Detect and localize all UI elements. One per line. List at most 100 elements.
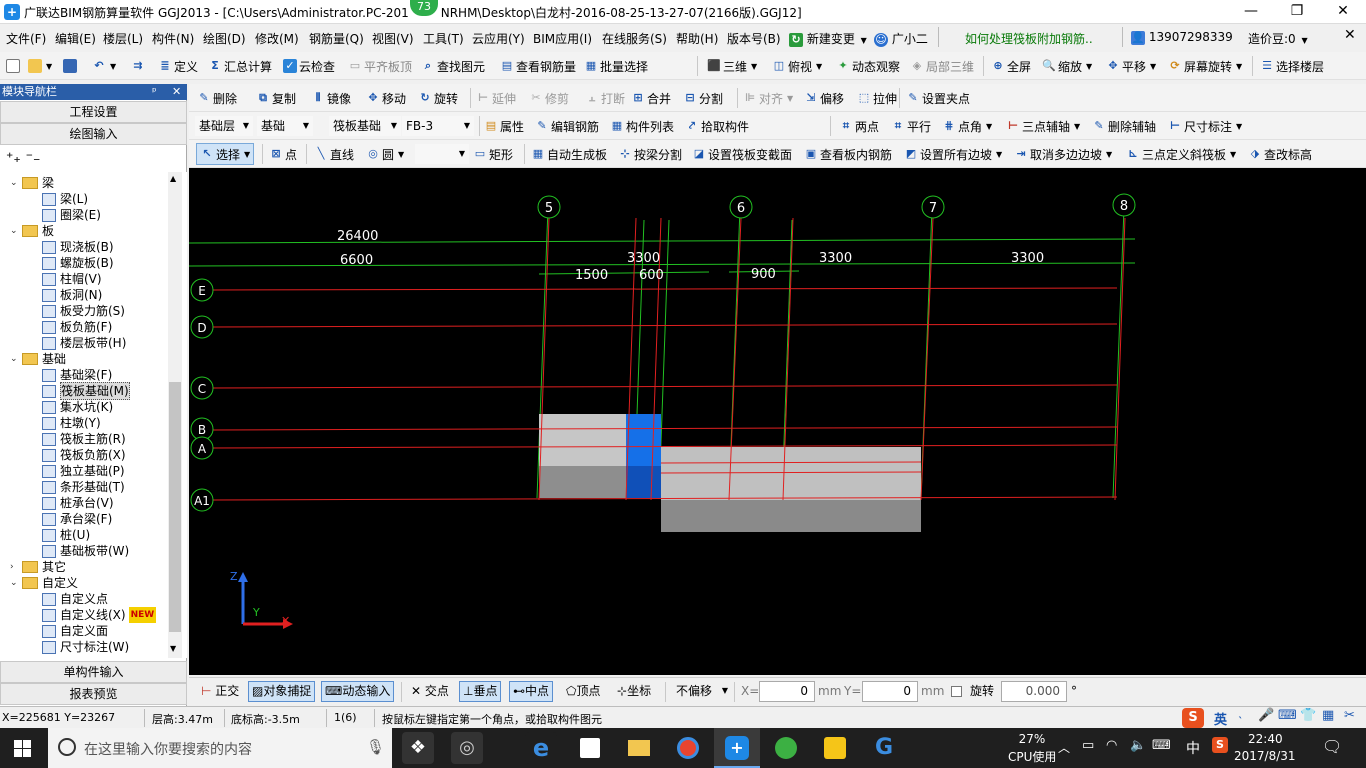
- 3d-view-button[interactable]: ⬛ 三维 ▼: [707, 57, 757, 75]
- tree-item[interactable]: 筏板主筋(R): [42, 431, 126, 447]
- tree-item[interactable]: 自定义面: [42, 623, 108, 639]
- menu-modify[interactable]: 修改(M): [255, 30, 299, 47]
- scroll-down-icon[interactable]: ▼: [170, 644, 176, 653]
- notification-center-icon[interactable]: 🗨: [1322, 737, 1342, 756]
- tree-item[interactable]: 柱帽(V): [42, 271, 102, 287]
- taskbar-search[interactable]: 在这里输入你要搜索的内容 🎙: [48, 728, 392, 768]
- perpendicular-snap[interactable]: ⊥垂点: [459, 681, 502, 702]
- shape-option-select[interactable]: ▼: [415, 144, 469, 164]
- tree-item[interactable]: 梁(L): [42, 191, 88, 207]
- windows-start-icon[interactable]: [14, 740, 31, 757]
- file-explorer-icon[interactable]: [623, 732, 655, 764]
- rotate-input[interactable]: 0.000: [1001, 681, 1067, 702]
- coordinate-snap[interactable]: ⊹坐标: [613, 681, 655, 702]
- extend-button[interactable]: ⊢ 延伸: [476, 89, 516, 107]
- three-point-slope-button[interactable]: ⊾ 三点定义斜筏板 ▼: [1126, 145, 1236, 163]
- point-button[interactable]: ⊠ 点: [269, 145, 297, 163]
- offset-button[interactable]: ⇲ 偏移: [804, 89, 844, 107]
- tree-item[interactable]: 基础板带(W): [42, 543, 129, 559]
- properties-button[interactable]: ▤ 属性: [484, 117, 524, 135]
- rectangle-button[interactable]: ▭ 矩形: [473, 145, 513, 163]
- clock-time[interactable]: 22:40: [1248, 732, 1283, 746]
- tree-folder[interactable]: › 其它: [10, 559, 66, 575]
- ortho-toggle[interactable]: ⊢ 正交: [197, 681, 243, 702]
- set-section-button[interactable]: ◪ 设置筏板变截面: [692, 145, 792, 163]
- floor-select[interactable]: 基础层 ▼: [195, 116, 253, 136]
- delete-button[interactable]: ✎ 删除: [197, 89, 237, 107]
- help-link[interactable]: 如何处理筏板附加钢筋..: [965, 30, 1093, 47]
- app-spiral-icon[interactable]: ◎: [451, 732, 483, 764]
- offset-mode-select[interactable]: 不偏移 ▼: [672, 681, 732, 701]
- menu-close-icon[interactable]: ✕: [1344, 27, 1356, 43]
- parallel-button[interactable]: ⌗ 平行: [891, 117, 931, 135]
- menu-cloud[interactable]: 云应用(Y): [472, 30, 525, 47]
- component-list-button[interactable]: ▦ 构件列表: [610, 117, 674, 135]
- local-3d-button[interactable]: ◈ 局部三维: [910, 57, 974, 75]
- store-icon[interactable]: [574, 732, 606, 764]
- trim-button[interactable]: ✂ 修剪: [529, 89, 569, 107]
- volume-icon[interactable]: 🔈: [1130, 738, 1146, 753]
- tools-icon[interactable]: ✂: [1344, 708, 1355, 723]
- report-preview-button[interactable]: 报表预览: [0, 683, 187, 705]
- ime-tray[interactable]: 中: [1186, 738, 1200, 758]
- expand-icon[interactable]: ›: [10, 559, 20, 575]
- view-inner-rebar-button[interactable]: ▣ 查看板内钢筋: [804, 145, 892, 163]
- new-change-button[interactable]: ↻ 新建变更 ▼: [789, 30, 867, 47]
- view-rebar-button[interactable]: ▤ 查看钢筋量: [500, 57, 576, 75]
- pricing-beans[interactable]: 造价豆:0 ▼: [1248, 30, 1308, 47]
- tree-item[interactable]: 独立基础(P): [42, 463, 125, 479]
- mirror-button[interactable]: ⫴ 镜像: [311, 89, 351, 107]
- tree-folder[interactable]: ⌄ 自定义: [10, 575, 78, 591]
- select-button[interactable]: ↖ 选择 ▼: [196, 143, 255, 165]
- tree-item[interactable]: 楼层板带(H): [42, 335, 126, 351]
- menu-bim[interactable]: BIM应用(I): [533, 30, 592, 47]
- split-button[interactable]: ⊟ 分割: [683, 89, 723, 107]
- tree-item[interactable]: 筏板基础(M): [42, 382, 130, 400]
- toolbox-icon[interactable]: ▦: [1322, 708, 1334, 723]
- menu-component[interactable]: 构件(N): [152, 30, 194, 47]
- auto-generate-slab-button[interactable]: ▦ 自动生成板: [531, 145, 607, 163]
- user-account[interactable]: 👤 13907298339: [1131, 30, 1233, 45]
- menu-tools[interactable]: 工具(T): [423, 30, 464, 47]
- notes-app-icon[interactable]: [819, 732, 851, 764]
- menu-edit[interactable]: 编辑(E): [55, 30, 96, 47]
- tree-item[interactable]: 集水坑(K): [42, 399, 113, 415]
- battery-icon[interactable]: ▭: [1082, 738, 1094, 753]
- flat-top-button[interactable]: ▭ 平齐板顶: [348, 57, 412, 75]
- y-input[interactable]: 0: [862, 681, 918, 702]
- app-g-icon[interactable]: G: [868, 732, 900, 764]
- tree-folder[interactable]: ⌄ 基础: [10, 351, 66, 367]
- tree-item[interactable]: 自定义线(X) NEW: [42, 607, 157, 623]
- define-button[interactable]: ≣ 定义: [158, 57, 198, 75]
- ime-language[interactable]: 英: [1214, 709, 1227, 728]
- tree-item[interactable]: 基础梁(F): [42, 367, 112, 383]
- tree-item[interactable]: 桩承台(V): [42, 495, 114, 511]
- zoom-button[interactable]: 🔍 缩放 ▼: [1042, 57, 1092, 75]
- object-snap-toggle[interactable]: ▨对象捕捉: [248, 681, 316, 702]
- assistant-button[interactable]: ☺ 广小二: [874, 30, 928, 47]
- find-element-button[interactable]: ⌕ 查找图元: [421, 57, 485, 75]
- menu-online[interactable]: 在线服务(S): [602, 30, 667, 47]
- tree-folder[interactable]: ⌄ 梁: [10, 175, 54, 191]
- move-button[interactable]: ✥ 移动: [366, 89, 406, 107]
- drawing-input-button[interactable]: 绘图输入: [0, 123, 187, 145]
- edge-browser-icon[interactable]: e: [525, 732, 557, 764]
- tree-item[interactable]: 板负筋(F): [42, 319, 112, 335]
- collapse-icon[interactable]: ⌄: [10, 175, 20, 191]
- top-view-button[interactable]: ◫ 俯视 ▼: [772, 57, 822, 75]
- app-green-icon[interactable]: [770, 732, 802, 764]
- tree-item[interactable]: 板洞(N): [42, 287, 102, 303]
- tree-item[interactable]: 自定义点: [42, 591, 108, 607]
- panel-close-icon[interactable]: ✕: [172, 84, 181, 100]
- close-button[interactable]: ✕: [1320, 0, 1366, 24]
- tree-item[interactable]: 筏板负筋(X): [42, 447, 126, 463]
- two-points-button[interactable]: ⌗ 两点: [839, 117, 879, 135]
- sogou-logo-icon[interactable]: S: [1182, 708, 1204, 728]
- cloud-check-button[interactable]: ✓ 云检查: [283, 57, 335, 75]
- view-elevation-button[interactable]: ⬗ 查改标高: [1248, 145, 1312, 163]
- x-input[interactable]: 0: [759, 681, 815, 702]
- sogou-tray-icon[interactable]: S: [1212, 737, 1228, 753]
- tray-expand-icon[interactable]: ︿: [1058, 739, 1070, 756]
- intersection-snap[interactable]: ✕ 交点: [407, 681, 453, 702]
- tree-item[interactable]: 圈梁(E): [42, 207, 101, 223]
